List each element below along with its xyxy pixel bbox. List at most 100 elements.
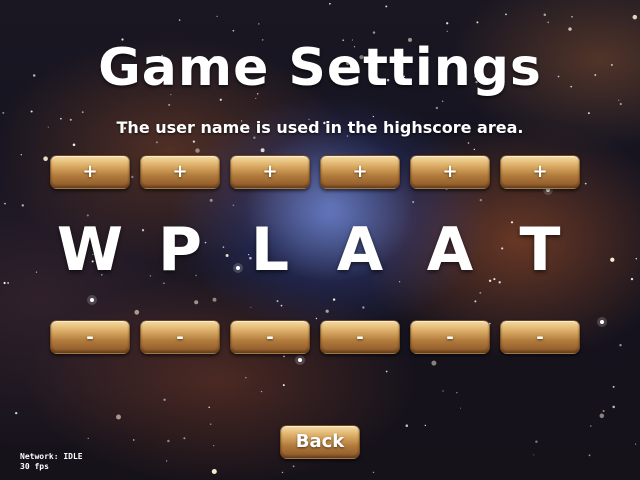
star bbox=[479, 291, 482, 294]
decrement-letter-2-button[interactable]: - bbox=[140, 320, 220, 354]
name-letter-6: T bbox=[519, 215, 561, 285]
star bbox=[282, 384, 285, 387]
increment-letter-2-button[interactable]: + bbox=[140, 155, 220, 189]
star bbox=[21, 204, 24, 207]
star bbox=[257, 23, 260, 25]
bright-star bbox=[600, 320, 604, 324]
star bbox=[476, 21, 479, 24]
star bbox=[446, 22, 449, 25]
star bbox=[446, 30, 448, 32]
name-letter-2: P bbox=[158, 215, 202, 285]
star bbox=[133, 439, 135, 441]
page-subtitle: The user name is used in the highscore a… bbox=[116, 118, 524, 137]
network-status: Network: IDLE bbox=[20, 452, 83, 461]
star bbox=[131, 175, 134, 179]
star bbox=[178, 19, 181, 21]
star bbox=[547, 21, 550, 24]
name-letter-5: A bbox=[426, 215, 474, 285]
star bbox=[255, 97, 257, 99]
star bbox=[599, 413, 605, 419]
star bbox=[219, 98, 222, 101]
star bbox=[474, 300, 477, 303]
star bbox=[372, 115, 374, 118]
star bbox=[372, 31, 376, 34]
star bbox=[590, 425, 592, 427]
increment-letter-5-button[interactable]: + bbox=[410, 155, 490, 189]
star bbox=[535, 440, 538, 443]
star bbox=[435, 106, 439, 110]
star bbox=[635, 258, 637, 260]
star bbox=[431, 360, 437, 366]
star bbox=[543, 13, 547, 16]
star bbox=[635, 443, 637, 445]
decrement-letter-4-button[interactable]: - bbox=[320, 320, 400, 354]
star bbox=[456, 392, 458, 394]
star bbox=[167, 439, 170, 443]
star bbox=[4, 202, 6, 205]
increment-letter-1-button[interactable]: + bbox=[50, 155, 130, 189]
star bbox=[619, 344, 622, 347]
star bbox=[2, 111, 5, 114]
increment-letter-3-button[interactable]: + bbox=[230, 155, 310, 189]
star bbox=[618, 99, 620, 101]
increment-letter-4-button[interactable]: + bbox=[320, 155, 400, 189]
star bbox=[216, 15, 218, 18]
star bbox=[192, 140, 196, 143]
star bbox=[362, 306, 365, 309]
star bbox=[385, 5, 388, 8]
star bbox=[283, 355, 285, 358]
star bbox=[3, 281, 6, 285]
increment-letter-6-button[interactable]: + bbox=[500, 155, 580, 189]
star bbox=[276, 300, 279, 303]
star bbox=[442, 390, 444, 392]
star bbox=[632, 14, 638, 20]
star bbox=[424, 424, 426, 427]
star bbox=[260, 148, 265, 153]
star bbox=[473, 148, 475, 151]
star bbox=[630, 277, 634, 281]
star bbox=[460, 407, 461, 409]
star bbox=[610, 257, 615, 262]
star bbox=[30, 110, 33, 113]
bright-star bbox=[298, 358, 302, 362]
star bbox=[165, 460, 168, 462]
star bbox=[72, 143, 76, 147]
star bbox=[479, 198, 482, 202]
star bbox=[332, 298, 336, 301]
star bbox=[588, 454, 591, 457]
star bbox=[155, 141, 158, 144]
star bbox=[441, 100, 444, 103]
decrement-letter-3-button[interactable]: - bbox=[230, 320, 310, 354]
star bbox=[7, 282, 10, 284]
status-overlay: Network: IDLE 30 fps bbox=[20, 452, 83, 472]
star bbox=[493, 278, 496, 281]
name-letter-1: W bbox=[56, 215, 124, 285]
bright-star bbox=[90, 298, 94, 302]
star bbox=[571, 15, 573, 18]
name-letter-4: A bbox=[336, 215, 384, 285]
star bbox=[325, 309, 329, 313]
star bbox=[116, 414, 121, 420]
star bbox=[619, 102, 622, 106]
decrement-letter-5-button[interactable]: - bbox=[410, 320, 490, 354]
star bbox=[250, 306, 252, 308]
decrement-letter-1-button[interactable]: - bbox=[50, 320, 130, 354]
star bbox=[232, 29, 235, 32]
star bbox=[168, 103, 171, 106]
star bbox=[602, 409, 605, 413]
star bbox=[211, 468, 217, 475]
page-title: Game Settings bbox=[98, 38, 542, 98]
name-letter-3: L bbox=[250, 215, 290, 285]
star bbox=[225, 254, 229, 257]
decrement-letter-6-button[interactable]: - bbox=[500, 320, 580, 354]
star bbox=[372, 471, 375, 474]
star bbox=[281, 471, 284, 474]
star bbox=[612, 385, 615, 388]
star bbox=[163, 398, 166, 402]
star bbox=[280, 304, 283, 307]
star bbox=[260, 390, 263, 393]
star bbox=[134, 309, 140, 315]
back-button[interactable]: Back bbox=[280, 425, 360, 459]
star bbox=[43, 156, 48, 161]
star bbox=[194, 300, 199, 305]
